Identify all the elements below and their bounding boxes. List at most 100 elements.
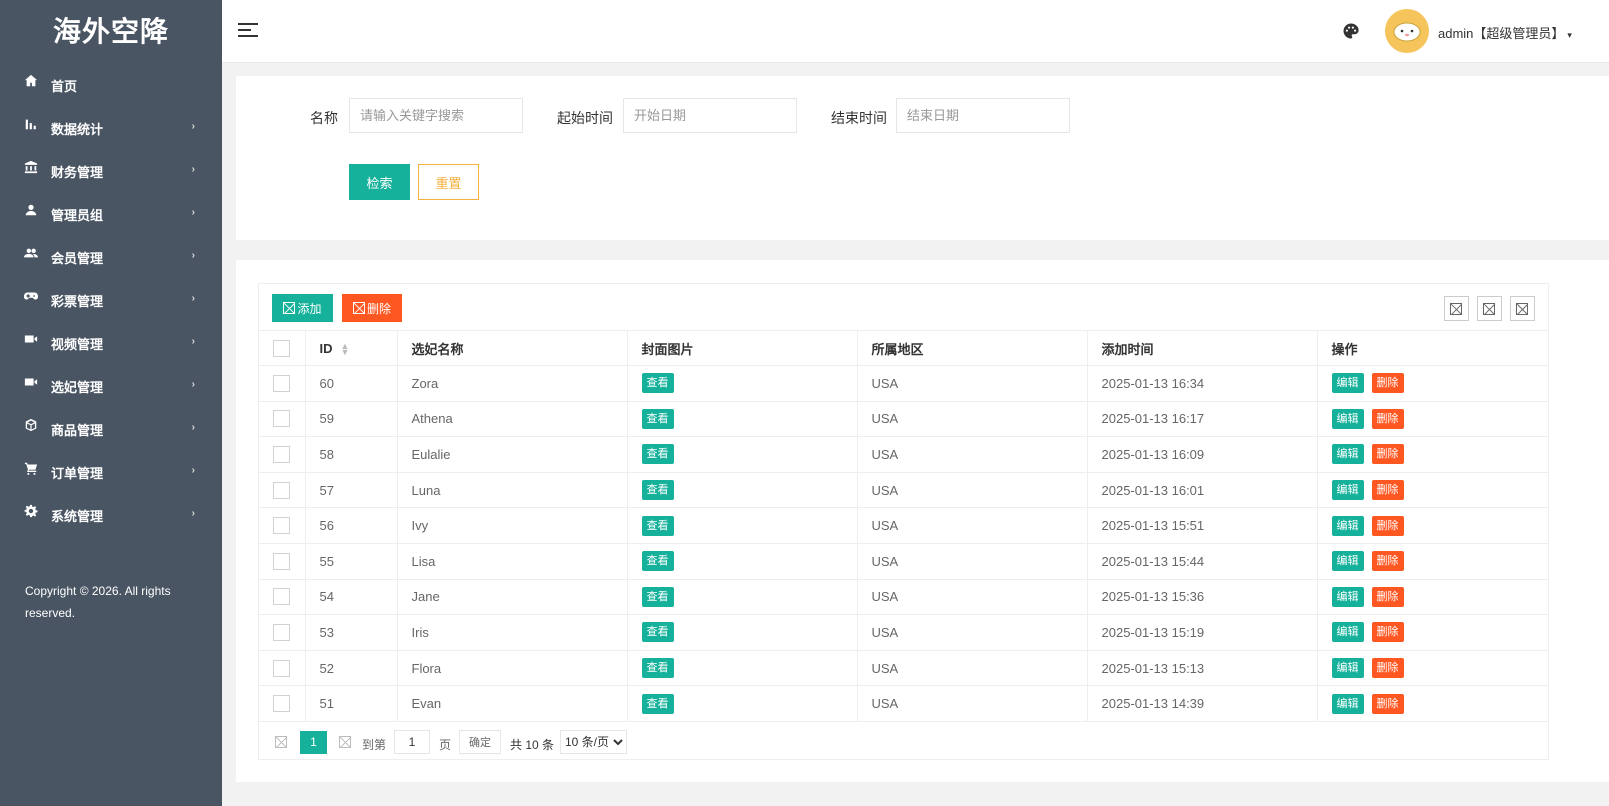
view-cover-button[interactable]: 查看 [641, 515, 674, 536]
gear-icon [23, 503, 39, 519]
sidebar-item-7[interactable]: 选妃管理 › [0, 365, 222, 408]
select-all-checkbox[interactable] [273, 339, 290, 357]
delete-button[interactable]: 删除 [1371, 444, 1404, 465]
id-cell: 55 [305, 542, 398, 580]
sidebar-item-0[interactable]: 首页 [0, 64, 222, 107]
delete-button[interactable]: 删除 [1371, 551, 1404, 572]
row-checkbox[interactable] [273, 374, 290, 392]
name-search-input[interactable] [349, 98, 523, 133]
view-cover-button[interactable]: 查看 [641, 480, 674, 501]
view-cover-button[interactable]: 查看 [641, 693, 674, 714]
name-cell: Eulalie [397, 436, 628, 473]
delete-button[interactable]: 删除 [1371, 693, 1404, 714]
row-checkbox[interactable] [273, 517, 290, 535]
delete-button[interactable]: 删除 [1371, 622, 1404, 643]
edit-button[interactable]: 编辑 [1331, 515, 1364, 536]
edit-button[interactable]: 编辑 [1331, 480, 1364, 501]
edit-button[interactable]: 编辑 [1331, 658, 1364, 679]
sidebar-item-6[interactable]: 视频管理 › [0, 322, 222, 365]
video-icon [23, 374, 39, 390]
next-page-icon[interactable] [339, 736, 351, 748]
delete-button[interactable]: 删除 [1371, 408, 1404, 429]
table-panel: 添加 删除 ID ▲ ▼ 选妃名称 封面图片 所属地区 添加时间 操作 60 Z… [236, 260, 1609, 782]
edit-button[interactable]: 编辑 [1331, 444, 1364, 465]
chevron-right-icon: › [191, 293, 195, 304]
column-header-cover: 封面图片 [627, 330, 858, 366]
sidebar-item-1[interactable]: 数据统计 › [0, 107, 222, 150]
row-checkbox[interactable] [273, 695, 290, 713]
reset-button[interactable]: 重置 [418, 164, 479, 200]
view-cover-button[interactable]: 查看 [641, 408, 674, 429]
row-checkbox[interactable] [273, 410, 290, 428]
add-button[interactable]: 添加 [272, 294, 333, 322]
region-cell: USA [857, 685, 1088, 722]
goto-page-input[interactable] [394, 730, 430, 754]
row-checkbox[interactable] [273, 623, 290, 641]
view-cover-button[interactable]: 查看 [641, 551, 674, 572]
row-checkbox[interactable] [273, 552, 290, 570]
id-cell: 56 [305, 507, 398, 544]
edit-button[interactable]: 编辑 [1331, 408, 1364, 429]
row-checkbox[interactable] [273, 446, 290, 464]
print-icon[interactable] [1510, 296, 1535, 321]
row-checkbox[interactable] [273, 588, 290, 606]
user-avatar[interactable] [1385, 9, 1429, 53]
cat-face-icon [1393, 22, 1421, 42]
edit-button[interactable]: 编辑 [1331, 551, 1364, 572]
view-cover-button[interactable]: 查看 [641, 658, 674, 679]
table-row: 51 Evan 查看 USA 2025-01-13 14:39 编辑 删除 [259, 685, 1549, 722]
user-menu[interactable]: admin【超级管理员】 ▾ [1438, 23, 1572, 42]
page-1-button[interactable]: 1 [300, 731, 327, 754]
view-cover-button[interactable]: 查看 [641, 586, 674, 607]
sidebar-item-2[interactable]: 财务管理 › [0, 150, 222, 193]
menu-toggle-icon[interactable] [238, 23, 258, 39]
row-checkbox[interactable] [273, 481, 290, 499]
palette-icon[interactable] [1342, 22, 1360, 40]
table-row: 58 Eulalie 查看 USA 2025-01-13 16:09 编辑 删除 [259, 436, 1549, 473]
actions-cell: 编辑 删除 [1317, 400, 1549, 437]
page-size-select[interactable]: 10 条/页 [560, 730, 627, 754]
start-date-input[interactable] [623, 98, 797, 133]
row-checkbox[interactable] [273, 659, 290, 677]
end-date-input[interactable] [896, 98, 1070, 133]
goto-confirm-button[interactable]: 确定 [459, 730, 501, 754]
view-cover-button[interactable]: 查看 [641, 444, 674, 465]
edit-button[interactable]: 编辑 [1331, 693, 1364, 714]
sidebar-item-8[interactable]: 商品管理 › [0, 408, 222, 451]
name-cell: Jane [397, 578, 628, 615]
search-button[interactable]: 检索 [349, 164, 410, 200]
sidebar-item-5[interactable]: 彩票管理 › [0, 279, 222, 322]
batch-delete-button[interactable]: 删除 [342, 294, 402, 322]
edit-button[interactable]: 编辑 [1331, 622, 1364, 643]
time-cell: 2025-01-13 16:09 [1087, 436, 1318, 473]
column-filter-icon[interactable] [1444, 296, 1469, 321]
sort-icon[interactable]: ▲ ▼ [341, 342, 350, 357]
column-header-id[interactable]: ID ▲ ▼ [305, 330, 398, 366]
delete-button[interactable]: 删除 [1371, 586, 1404, 607]
edit-button[interactable]: 编辑 [1331, 586, 1364, 607]
id-cell: 53 [305, 614, 398, 651]
sidebar-item-4[interactable]: 会员管理 › [0, 236, 222, 279]
actions-cell: 编辑 删除 [1317, 649, 1549, 686]
goto-label: 到第 [362, 738, 387, 752]
cover-cell: 查看 [627, 400, 858, 437]
id-cell: 52 [305, 649, 398, 686]
sidebar-item-9[interactable]: 订单管理 › [0, 451, 222, 494]
view-cover-button[interactable]: 查看 [641, 373, 674, 394]
delete-button[interactable]: 删除 [1371, 373, 1404, 394]
table-row: 59 Athena 查看 USA 2025-01-13 16:17 编辑 删除 [259, 400, 1549, 437]
sidebar-item-10[interactable]: 系统管理 › [0, 494, 222, 537]
sidebar-item-3[interactable]: 管理员组 › [0, 193, 222, 236]
export-icon[interactable] [1477, 296, 1502, 321]
delete-button[interactable]: 删除 [1371, 658, 1404, 679]
total-count: 共 10 条 [510, 738, 555, 752]
pagination: 1 到第 页 确定 共 10 条 10 条/页 [259, 721, 1549, 761]
cover-cell: 查看 [627, 649, 858, 686]
delete-button[interactable]: 删除 [1371, 515, 1404, 536]
prev-page-icon[interactable] [275, 736, 287, 748]
delete-button[interactable]: 删除 [1371, 480, 1404, 501]
view-cover-button[interactable]: 查看 [641, 622, 674, 643]
cube-icon [23, 417, 39, 433]
edit-button[interactable]: 编辑 [1331, 373, 1364, 394]
cover-cell: 查看 [627, 365, 858, 402]
